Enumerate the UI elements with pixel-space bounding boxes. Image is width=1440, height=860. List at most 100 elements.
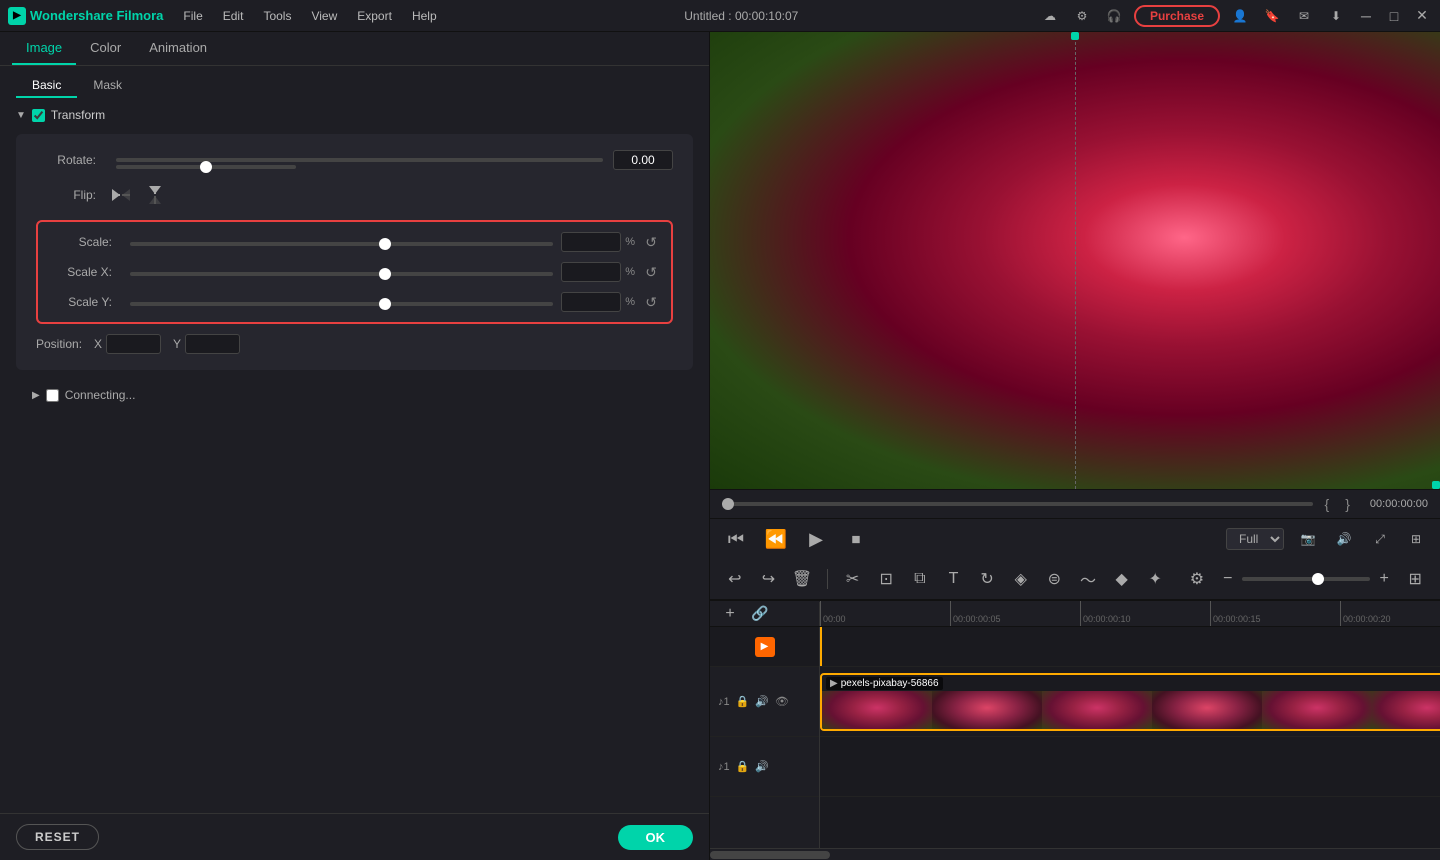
scale-x-reset-icon[interactable]: ↺ [645,264,657,281]
keyframe-button[interactable]: ◆ [1109,565,1135,593]
track-row-audio [820,737,1440,797]
position-y-input[interactable]: 0.0 [185,334,240,354]
close-button[interactable]: ✕ [1412,6,1432,26]
ai-button[interactable]: ✦ [1142,565,1168,593]
bookmark-icon[interactable]: 🔖 [1260,4,1284,28]
quality-select[interactable]: Full 1/2 1/4 [1226,528,1284,550]
text-button[interactable]: T [941,565,967,593]
settings-tool-icon[interactable]: ⚙ [1184,565,1210,593]
cut-button[interactable]: ✂ [840,565,866,593]
flip-horizontal-icon[interactable] [110,184,132,206]
scale-unit: % [625,236,639,248]
screenshot-icon[interactable]: 📷 [1296,527,1320,551]
tab-animation[interactable]: Animation [135,32,221,65]
lock-icon[interactable]: 🔒 [736,695,750,708]
logo-icon: ▶ [8,7,26,25]
rotate-slider[interactable] [116,165,296,169]
settings-icon[interactable]: ⚙ [1070,4,1094,28]
music-note-icon: ♪1 [718,696,730,708]
step-back-button[interactable]: ⏪ [762,525,790,553]
eye-icon[interactable]: 👁 [775,695,789,708]
main-layout: Image Color Animation Basic Mask ▼ Trans… [0,32,1440,860]
connecting-arrow: ▶ [32,390,40,401]
rotate-row: Rotate: [36,150,673,170]
scale-y-input[interactable]: 121.00 [561,292,621,312]
scroll-thumb[interactable] [710,851,830,859]
zoom-out-button[interactable]: − [1218,565,1238,593]
app-logo: ▶ Wondershare Filmora [8,7,163,25]
adjust-button[interactable]: ⊜ [1042,565,1068,593]
maximize-button[interactable]: □ [1384,6,1404,26]
flip-vertical-icon[interactable] [144,184,166,206]
account-icon[interactable]: 👤 [1228,4,1252,28]
bracket-left[interactable]: { [1325,496,1330,512]
audio-track-icon[interactable]: 🔊 [755,695,769,708]
menu-edit[interactable]: Edit [215,7,252,25]
redo-button[interactable]: ↪ [756,565,782,593]
zoom-in-button[interactable]: + [1374,565,1394,593]
headphone-icon[interactable]: 🎧 [1102,4,1126,28]
download-icon[interactable]: ⬇ [1324,4,1348,28]
mail-icon[interactable]: ✉ [1292,4,1316,28]
purchase-button[interactable]: Purchase [1134,5,1220,27]
skip-back-button[interactable]: ⏮ [722,525,750,553]
position-label: Position: [36,337,82,351]
scale-x-slider[interactable] [130,272,553,276]
rotate-input[interactable] [613,150,673,170]
preview-placeholder [710,32,1440,489]
delete-button[interactable]: 🗑 [789,565,815,593]
zoom-slider[interactable] [1242,577,1370,581]
scale-y-slider[interactable] [130,302,553,306]
undo-button[interactable]: ↩ [722,565,748,593]
track-row-video: ▶ pexels-pixabay-56866 [820,667,1440,737]
connecting-toggle[interactable] [46,389,59,402]
transport-slider[interactable] [722,502,1313,506]
clip-rose[interactable]: ▶ pexels-pixabay-56866 [820,673,1440,731]
tab-image[interactable]: Image [12,32,76,65]
audio-duck-button[interactable]: 〜 [1075,565,1101,593]
timeline-header: + 🔗 00:00 00:00:00:05 00:00:00:10 00:00:… [710,601,1440,627]
color-match-button[interactable]: ◈ [1008,565,1034,593]
scale-reset-icon[interactable]: ↺ [645,234,657,251]
tab-color[interactable]: Color [76,32,135,65]
scale-slider[interactable] [130,242,553,246]
scale-input[interactable]: 121.00 [561,232,621,252]
link-button[interactable]: 🔗 [748,602,772,626]
cloud-icon[interactable]: ☁ [1038,4,1062,28]
subtab-mask[interactable]: Mask [77,74,138,98]
add-track-button[interactable]: + [718,602,742,626]
menu-file[interactable]: File [175,7,210,25]
scale-x-unit: % [625,266,639,278]
fit-button[interactable]: ⊞ [1402,565,1428,593]
minimize-button[interactable]: ─ [1356,6,1376,26]
stop-button[interactable]: ⏹ [842,525,870,553]
scale-x-input[interactable]: 121.00 [561,262,621,282]
subtab-basic[interactable]: Basic [16,74,77,98]
bracket-right[interactable]: } [1345,496,1350,512]
crop-button[interactable]: ⊡ [873,565,899,593]
rotate-tool-button[interactable]: ↻ [974,565,1000,593]
layout-icon[interactable]: ⊞ [1404,527,1428,551]
playhead[interactable] [820,627,822,666]
sub-tabs: Basic Mask [0,66,709,98]
clip-thumb [1262,691,1372,729]
audio-icon[interactable]: 🔊 [1332,527,1356,551]
fullscreen-icon[interactable]: ⤢ [1368,527,1392,551]
menu-view[interactable]: View [303,7,345,25]
copy-button[interactable]: ⧉ [907,565,933,593]
timeline-tracks-right: ▶ pexels-pixabay-56866 [820,627,1440,848]
transform-toggle[interactable] [32,109,45,122]
connecting-row[interactable]: ▶ Connecting... [16,380,693,410]
play-button[interactable]: ▶ [802,525,830,553]
time-display: 00:00:00:00 [1370,498,1428,510]
audio-lock-icon[interactable]: 🔒 [736,760,750,773]
audio-vol-icon[interactable]: 🔊 [755,760,769,773]
menu-help[interactable]: Help [404,7,445,25]
reset-button[interactable]: RESET [16,824,99,850]
collapse-arrow[interactable]: ▼ [16,110,26,121]
menu-export[interactable]: Export [349,7,400,25]
scale-y-reset-icon[interactable]: ↺ [645,294,657,311]
menu-tools[interactable]: Tools [255,7,299,25]
position-x-input[interactable]: 0.0 [106,334,161,354]
ok-button[interactable]: OK [618,825,694,850]
